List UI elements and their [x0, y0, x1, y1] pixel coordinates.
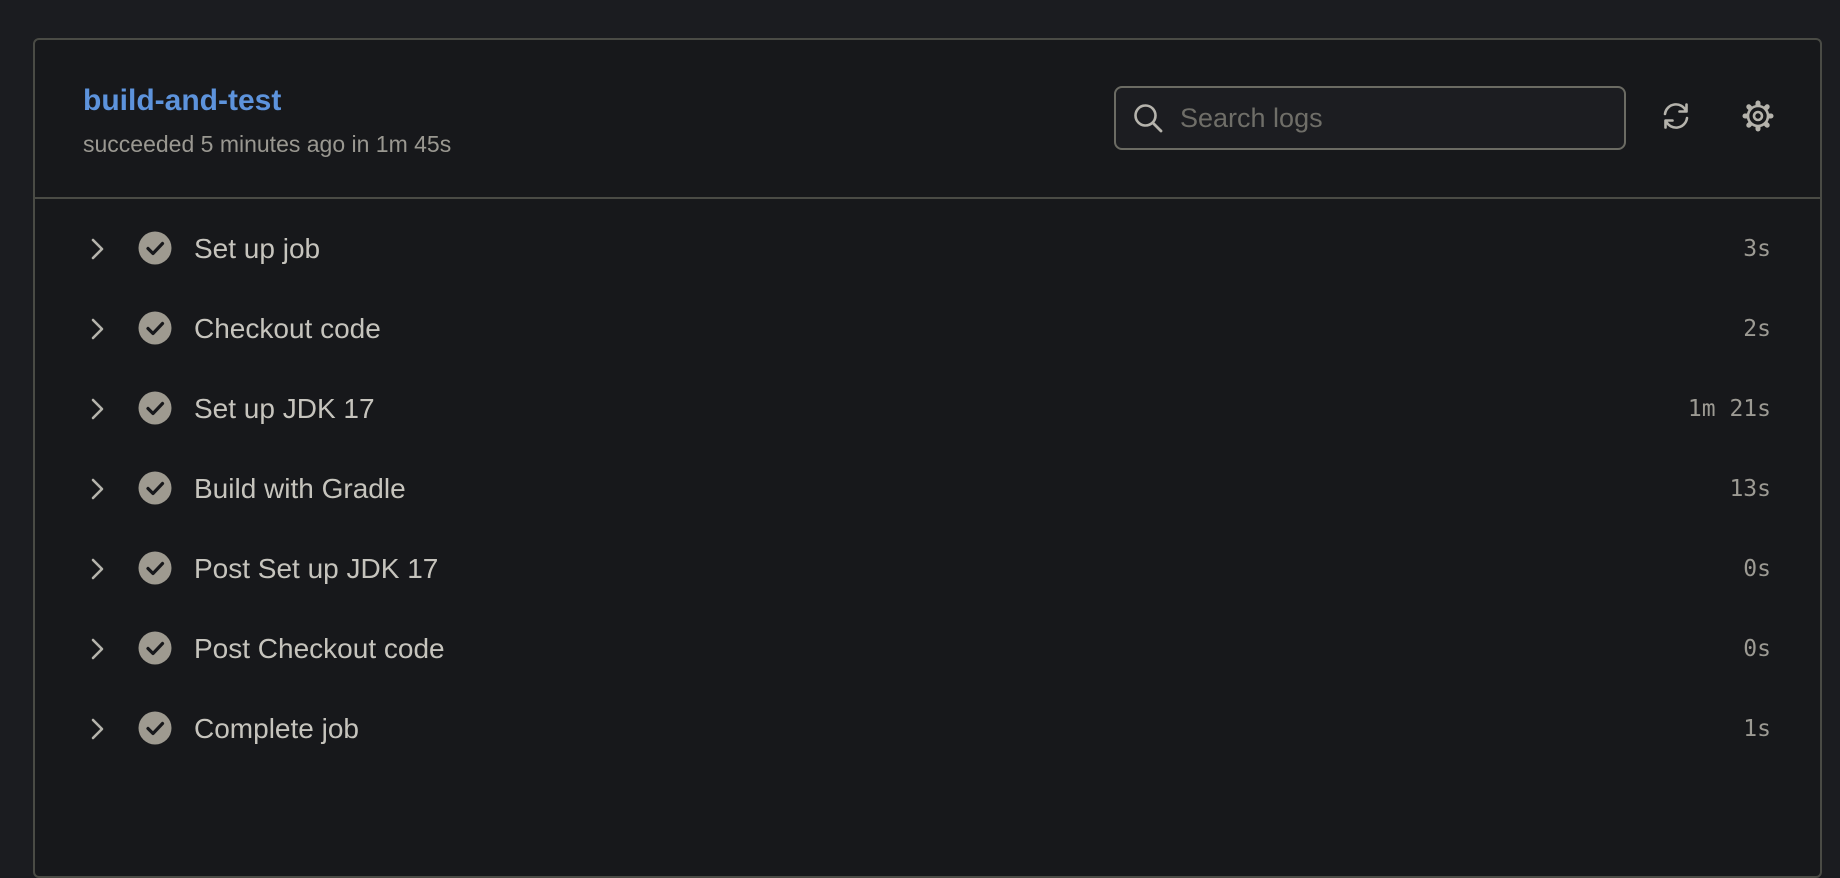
step-row-complete-job[interactable]: Complete job 1s — [35, 689, 1820, 769]
step-duration: 13s — [1729, 476, 1771, 502]
gear-icon — [1741, 99, 1775, 138]
step-row-post-set-up-jdk-17[interactable]: Post Set up JDK 17 0s — [35, 529, 1820, 609]
success-check-icon — [138, 471, 172, 505]
step-name: Set up JDK 17 — [194, 393, 375, 424]
settings-button[interactable] — [1737, 97, 1779, 139]
step-name: Post Set up JDK 17 — [194, 553, 439, 584]
chevron-right-icon[interactable] — [85, 477, 109, 501]
chevron-right-icon[interactable] — [85, 317, 109, 341]
job-header: build-and-test succeeded 5 minutes ago i… — [35, 40, 1820, 199]
success-check-icon — [138, 551, 172, 585]
step-duration: 1m 21s — [1687, 396, 1771, 422]
step-name: Post Checkout code — [194, 633, 445, 664]
refresh-button[interactable] — [1655, 97, 1697, 139]
success-check-icon — [138, 631, 172, 665]
chevron-right-icon[interactable] — [85, 557, 109, 581]
step-duration: 1s — [1743, 716, 1771, 742]
success-check-icon — [138, 391, 172, 425]
job-status-summary: succeeded 5 minutes ago in 1m 45s — [83, 131, 452, 157]
step-duration: 0s — [1743, 636, 1771, 662]
step-row-post-checkout-code[interactable]: Post Checkout code 0s — [35, 609, 1820, 689]
step-name: Set up job — [194, 233, 321, 264]
job-title-link[interactable]: build-and-test — [83, 83, 281, 119]
search-logs-box[interactable] — [1114, 86, 1626, 150]
chevron-right-icon[interactable] — [85, 397, 109, 421]
success-check-icon — [138, 311, 172, 345]
chevron-right-icon[interactable] — [85, 637, 109, 661]
step-duration: 2s — [1743, 316, 1771, 342]
step-name: Checkout code — [194, 313, 381, 344]
search-logs-input[interactable] — [1180, 88, 1610, 148]
step-name: Complete job — [194, 713, 359, 744]
job-log-panel: build-and-test succeeded 5 minutes ago i… — [33, 38, 1822, 878]
success-check-icon — [138, 711, 172, 745]
step-duration: 0s — [1743, 556, 1771, 582]
step-row-build-with-gradle[interactable]: Build with Gradle 13s — [35, 449, 1820, 529]
chevron-right-icon[interactable] — [85, 237, 109, 261]
chevron-right-icon[interactable] — [85, 717, 109, 741]
step-row-set-up-job[interactable]: Set up job 3s — [35, 209, 1820, 289]
step-row-set-up-jdk-17[interactable]: Set up JDK 17 1m 21s — [35, 369, 1820, 449]
search-icon — [1132, 102, 1164, 134]
refresh-icon — [1659, 99, 1693, 138]
success-check-icon — [138, 231, 172, 265]
step-duration: 3s — [1743, 236, 1771, 262]
step-name: Build with Gradle — [194, 473, 406, 504]
step-row-checkout-code[interactable]: Checkout code 2s — [35, 289, 1820, 369]
